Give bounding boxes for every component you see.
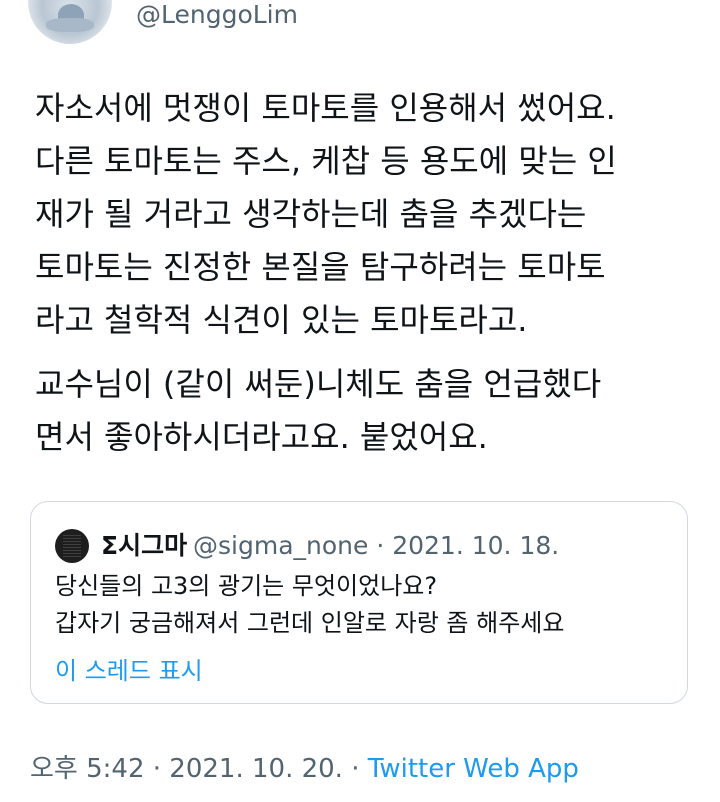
quote-tweet-card[interactable]: Σ시그마 @sigma_none · 2021. 10. 18. 당신들의 고3… <box>30 501 688 704</box>
author-handle[interactable]: @LenggoLim <box>136 0 298 30</box>
quote-author-meta: @sigma_none · 2021. 10. 18. <box>193 531 560 560</box>
tweet-footer: 오후 5:42 · 2021. 10. 20. · Twitter Web Ap… <box>30 752 579 786</box>
show-thread-link[interactable]: 이 스레드 표시 <box>55 655 203 687</box>
avatar-figure-base <box>46 18 94 32</box>
tweet-source-app[interactable]: Twitter Web App <box>368 754 579 784</box>
tweet-text-paragraph-1: 자소서에 멋쟁이 토마토를 인용해서 썼어요. 다른 토마토는 주스, 케찹 등… <box>35 89 617 339</box>
tweet-text-paragraph-2: 교수님이 (같이 써둔)니체도 춤을 언급했다 면서 좋아하시더라고요. 붙었어… <box>35 365 602 456</box>
tweet-header: @LenggoLim <box>0 0 720 50</box>
quote-author-name: Σ시그마 <box>101 531 188 560</box>
author-avatar[interactable] <box>28 0 112 44</box>
quote-tweet-text: 당신들의 고3의 광기는 무엇이었나요? 갑자기 궁금해져서 그런데 인알로 자… <box>55 572 565 637</box>
quote-author-avatar <box>55 529 89 563</box>
tweet-timestamp[interactable]: 오후 5:42 · 2021. 10. 20. · <box>30 754 368 784</box>
